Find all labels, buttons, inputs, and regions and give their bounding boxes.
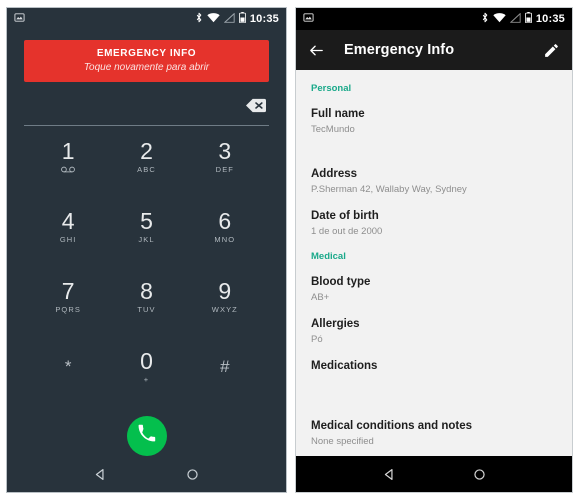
field-spacer bbox=[296, 388, 572, 406]
dialpad-key-letters: TUV bbox=[137, 305, 156, 314]
field-label: Blood type bbox=[311, 276, 371, 288]
field-spacer bbox=[296, 136, 572, 154]
page-title: Emergency Info bbox=[344, 42, 455, 58]
dialpad-key-6[interactable]: 6 MNO bbox=[186, 202, 264, 251]
dialpad-key-8[interactable]: 8 TUV bbox=[107, 272, 185, 321]
dialpad-key-letters: WXYZ bbox=[211, 305, 238, 314]
screenshot-icon bbox=[303, 10, 314, 28]
wifi-icon bbox=[493, 10, 506, 28]
number-entry-area bbox=[7, 82, 286, 126]
dialpad-key-2[interactable]: 2 ABC bbox=[107, 132, 185, 181]
section-heading-medical: Medical bbox=[311, 251, 346, 262]
field-value: Pó bbox=[311, 334, 323, 345]
field-medications[interactable]: Medications bbox=[296, 346, 572, 388]
bluetooth-icon bbox=[481, 10, 489, 28]
arrow-back-icon[interactable] bbox=[308, 42, 325, 59]
dialpad-key-digit: 0 bbox=[140, 348, 153, 374]
dialpad-key-7[interactable]: 7 PQRS bbox=[29, 272, 107, 321]
left-navigation-bar bbox=[7, 456, 286, 492]
dialpad: 1 2 ABC 3 DEF 4 GHI 5 JKL 6 MNO 7 PQRS 8… bbox=[7, 126, 286, 412]
field-value: P.Sherman 42, Wallaby Way, Sydney bbox=[311, 184, 467, 195]
home-circle-icon[interactable] bbox=[172, 461, 212, 487]
right-status-time: 10:35 bbox=[535, 13, 565, 25]
dialpad-key-letters: JKL bbox=[138, 235, 155, 244]
field-value: TecMundo bbox=[311, 124, 355, 135]
emergency-info-screen: 10:35 Emergency Info Personal Full name … bbox=[296, 8, 572, 492]
screenshot-icon bbox=[14, 10, 25, 28]
dialpad-key-3[interactable]: 3 DEF bbox=[186, 132, 264, 181]
dialpad-key-letters: ABC bbox=[137, 165, 156, 174]
field-date-of-birth[interactable]: Date of birth 1 de out de 2000 bbox=[296, 196, 572, 238]
dialpad-key-digit: 4 bbox=[61, 208, 75, 234]
dialpad-key-letters: PQRS bbox=[55, 305, 81, 314]
dialpad-key-letters: GHI bbox=[59, 235, 77, 244]
dialpad-key-digit: 9 bbox=[218, 278, 232, 304]
field-full-name[interactable]: Full name TecMundo bbox=[296, 94, 572, 136]
dialpad-key-star[interactable]: * bbox=[29, 342, 107, 391]
app-bar: Emergency Info bbox=[296, 30, 572, 70]
dialpad-key-letters: DEF bbox=[215, 165, 234, 174]
field-address[interactable]: Address P.Sherman 42, Wallaby Way, Sydne… bbox=[296, 154, 572, 196]
field-allergies[interactable]: Allergies Pó bbox=[296, 304, 572, 346]
signal-icon bbox=[509, 10, 521, 28]
field-value: 1 de out de 2000 bbox=[311, 226, 383, 237]
dialpad-key-1[interactable]: 1 bbox=[29, 132, 107, 181]
dialer-screen: 10:35 EMERGENCY INFO Toque novamente par… bbox=[7, 8, 286, 492]
screenshot-stage: 10:35 EMERGENCY INFO Toque novamente par… bbox=[0, 0, 579, 500]
field-label: Full name bbox=[311, 108, 365, 120]
section-heading-personal: Personal bbox=[311, 83, 352, 94]
dialpad-key-digit: 1 bbox=[61, 137, 75, 164]
emergency-banner-subtitle: Toque novamente para abrir bbox=[83, 62, 210, 73]
phone-icon bbox=[137, 424, 156, 448]
field-value bbox=[311, 375, 557, 388]
dialpad-key-digit: 8 bbox=[140, 278, 153, 304]
field-label: Medications bbox=[311, 360, 378, 372]
emergency-info-banner[interactable]: EMERGENCY INFO Toque novamente para abri… bbox=[24, 40, 269, 82]
dialpad-key-letters: MNO bbox=[214, 235, 236, 244]
dialpad-key-digit: 5 bbox=[140, 208, 153, 234]
dialpad-key-0[interactable]: 0 + bbox=[107, 342, 185, 391]
right-navigation-bar bbox=[296, 456, 572, 492]
back-triangle-icon[interactable] bbox=[81, 461, 121, 487]
wifi-icon bbox=[207, 10, 220, 28]
field-label: Allergies bbox=[311, 318, 360, 330]
field-label: Medical conditions and notes bbox=[311, 420, 473, 432]
call-button-row bbox=[7, 412, 286, 456]
dialpad-key-digit: 6 bbox=[218, 208, 232, 234]
emergency-info-content: Personal Full name TecMundo Address P.Sh… bbox=[296, 70, 572, 456]
field-blood-type[interactable]: Blood type AB+ bbox=[296, 262, 572, 304]
field-value: AB+ bbox=[311, 292, 330, 303]
backspace-icon[interactable] bbox=[243, 96, 269, 114]
dialpad-key-letters: + bbox=[143, 375, 150, 384]
field-label: Address bbox=[311, 168, 358, 180]
emergency-banner-wrap: EMERGENCY INFO Toque novamente para abri… bbox=[7, 30, 286, 82]
right-status-bar: 10:35 bbox=[296, 8, 572, 30]
voicemail-icon bbox=[61, 166, 76, 175]
signal-icon bbox=[223, 10, 235, 28]
pencil-icon[interactable] bbox=[543, 42, 560, 59]
call-button[interactable] bbox=[126, 416, 167, 456]
dialpad-key-5[interactable]: 5 JKL bbox=[107, 202, 185, 251]
bluetooth-icon bbox=[195, 10, 203, 28]
field-value: None specified bbox=[311, 436, 374, 447]
field-medical-conditions-and-notes[interactable]: Medical conditions and notes None specif… bbox=[296, 406, 572, 448]
dialpad-key-4[interactable]: 4 GHI bbox=[29, 202, 107, 251]
battery-icon bbox=[238, 10, 246, 28]
dialpad-key-digit: * bbox=[64, 357, 72, 376]
dialpad-key-digit: 2 bbox=[140, 138, 153, 164]
battery-icon bbox=[524, 10, 532, 28]
left-status-time: 10:35 bbox=[249, 13, 279, 25]
emergency-banner-title: EMERGENCY INFO bbox=[96, 48, 197, 59]
dialpad-key-hash[interactable]: # bbox=[186, 342, 264, 391]
dialpad-key-9[interactable]: 9 WXYZ bbox=[186, 272, 264, 321]
dialpad-key-digit: 7 bbox=[61, 278, 75, 304]
field-label: Date of birth bbox=[311, 210, 379, 222]
left-status-bar: 10:35 bbox=[7, 8, 286, 30]
home-circle-icon[interactable] bbox=[459, 461, 499, 487]
dialpad-key-digit: # bbox=[220, 357, 230, 376]
dialpad-key-digit: 3 bbox=[218, 138, 232, 164]
back-triangle-icon[interactable] bbox=[369, 461, 409, 487]
